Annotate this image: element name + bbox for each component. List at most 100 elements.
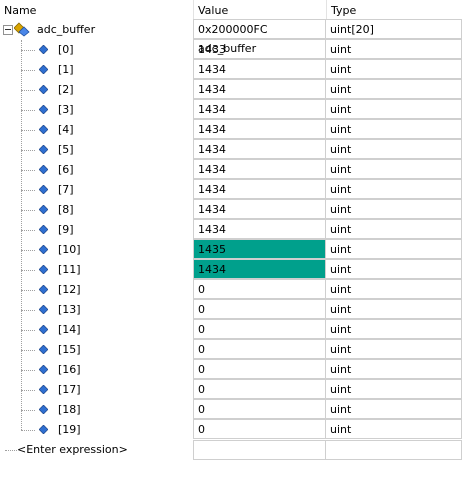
- tree-row-element[interactable]: [13] 0 uint: [0, 299, 464, 320]
- tree-row-element[interactable]: [11] 1434 uint: [0, 259, 464, 280]
- tree-row-element[interactable]: [5] 1434 uint: [0, 139, 464, 160]
- array-element-icon: [39, 345, 48, 354]
- tree-connector: [21, 310, 35, 311]
- tree-connector: [21, 270, 35, 271]
- type-cell: uint: [326, 39, 462, 59]
- array-element-icon: [39, 45, 48, 54]
- element-index-label: [3]: [58, 103, 74, 116]
- value-cell[interactable]: 1434: [193, 159, 326, 179]
- element-index-label: [2]: [58, 83, 74, 96]
- element-index-label: [13]: [58, 303, 81, 316]
- element-index-label: [4]: [58, 123, 74, 136]
- element-index-label: [15]: [58, 343, 81, 356]
- value-cell[interactable]: 0: [193, 279, 326, 299]
- array-element-icon: [39, 145, 48, 154]
- column-header: Name Value Type: [0, 0, 464, 20]
- tree-row-element[interactable]: [7] 1434 uint: [0, 179, 464, 200]
- root-type-cell: uint[20]: [326, 19, 462, 39]
- tree-connector: [21, 50, 35, 51]
- array-element-icon: [39, 325, 48, 334]
- array-element-icon: [39, 425, 48, 434]
- element-index-label: [1]: [58, 63, 74, 76]
- tree-row-element[interactable]: [17] 0 uint: [0, 379, 464, 400]
- value-cell[interactable]: 0: [193, 319, 326, 339]
- collapse-icon[interactable]: [3, 25, 13, 35]
- value-cell[interactable]: 0: [193, 339, 326, 359]
- tree-connector: [21, 210, 35, 211]
- enter-expression-row[interactable]: <Enter expression>: [0, 440, 464, 460]
- value-cell[interactable]: 0: [193, 419, 326, 439]
- tree-row-element[interactable]: [10] 1435 uint: [0, 239, 464, 260]
- tree-row-element[interactable]: [3] 1434 uint: [0, 99, 464, 120]
- name-cell: [16]: [0, 360, 193, 380]
- tree-row-element[interactable]: [14] 0 uint: [0, 319, 464, 340]
- tree-row-element[interactable]: [12] 0 uint: [0, 279, 464, 300]
- empty-type-cell: [326, 440, 462, 460]
- tree-row-element[interactable]: [0] 1433 uint: [0, 39, 464, 60]
- type-cell: uint: [326, 159, 462, 179]
- array-element-icon: [39, 305, 48, 314]
- tree-connector: [21, 290, 35, 291]
- value-cell[interactable]: 1434: [193, 139, 326, 159]
- name-cell: [1]: [0, 60, 193, 80]
- name-cell: [17]: [0, 380, 193, 400]
- array-element-icon: [39, 105, 48, 114]
- element-index-label: [7]: [58, 183, 74, 196]
- name-cell: <Enter expression>: [0, 440, 193, 460]
- tree-connector: [21, 250, 35, 251]
- element-index-label: [9]: [58, 223, 74, 236]
- tree-connector: [21, 410, 35, 411]
- tree-row-element[interactable]: [16] 0 uint: [0, 359, 464, 380]
- value-cell[interactable]: 1434: [193, 59, 326, 79]
- value-cell[interactable]: 1434: [193, 219, 326, 239]
- value-cell[interactable]: 1434: [193, 199, 326, 219]
- value-cell[interactable]: 1433: [193, 39, 326, 59]
- tree-connector: [21, 170, 35, 171]
- tree-connector: [21, 150, 35, 151]
- value-column-header[interactable]: Value: [193, 0, 326, 20]
- value-cell[interactable]: 0: [193, 299, 326, 319]
- tree-row-element[interactable]: [6] 1434 uint: [0, 159, 464, 180]
- element-index-label: [5]: [58, 143, 74, 156]
- tree-row-element[interactable]: [4] 1434 uint: [0, 119, 464, 140]
- tree-row-root[interactable]: adc_buffer 0x200000FC adc_buffer uint[20…: [0, 19, 464, 55]
- name-cell: [14]: [0, 320, 193, 340]
- tree-connector: [21, 110, 35, 111]
- array-element-icon: [39, 65, 48, 74]
- tree-row-element[interactable]: [1] 1434 uint: [0, 59, 464, 80]
- tree-row-element[interactable]: [18] 0 uint: [0, 399, 464, 420]
- tree-connector: [21, 130, 35, 131]
- struct-variable-icon: [14, 22, 30, 37]
- type-cell: uint: [326, 99, 462, 119]
- name-column-header[interactable]: Name: [0, 0, 193, 20]
- array-element-icon: [39, 165, 48, 174]
- value-cell[interactable]: 0: [193, 399, 326, 419]
- tree-row-element[interactable]: [19] 0 uint: [0, 419, 464, 440]
- name-cell: [9]: [0, 220, 193, 240]
- value-cell[interactable]: 1434: [193, 119, 326, 139]
- value-cell[interactable]: 0: [193, 379, 326, 399]
- tree-row-element[interactable]: [8] 1434 uint: [0, 199, 464, 220]
- value-cell[interactable]: 0: [193, 359, 326, 379]
- array-element-icon: [39, 405, 48, 414]
- tree-row-element[interactable]: [15] 0 uint: [0, 339, 464, 360]
- type-cell: uint: [326, 379, 462, 399]
- tree-row-element[interactable]: [9] 1434 uint: [0, 219, 464, 240]
- tree-row-element[interactable]: [2] 1434 uint: [0, 79, 464, 100]
- value-cell[interactable]: 1434: [193, 179, 326, 199]
- changed-value-cell[interactable]: 1435: [193, 239, 326, 259]
- name-cell: [18]: [0, 400, 193, 420]
- empty-value-cell[interactable]: [193, 440, 326, 460]
- array-element-icon: [39, 265, 48, 274]
- enter-expression-input[interactable]: <Enter expression>: [17, 440, 128, 460]
- type-cell: uint: [326, 319, 462, 339]
- value-cell[interactable]: 1434: [193, 79, 326, 99]
- value-cell[interactable]: 1434: [193, 99, 326, 119]
- changed-value-cell[interactable]: 1434: [193, 259, 326, 279]
- type-column-header[interactable]: Type: [326, 0, 464, 20]
- type-cell: uint: [326, 219, 462, 239]
- type-cell: uint: [326, 79, 462, 99]
- name-cell: [3]: [0, 100, 193, 120]
- root-value-cell[interactable]: 0x200000FC adc_buffer: [193, 19, 326, 55]
- type-cell: uint: [326, 259, 462, 279]
